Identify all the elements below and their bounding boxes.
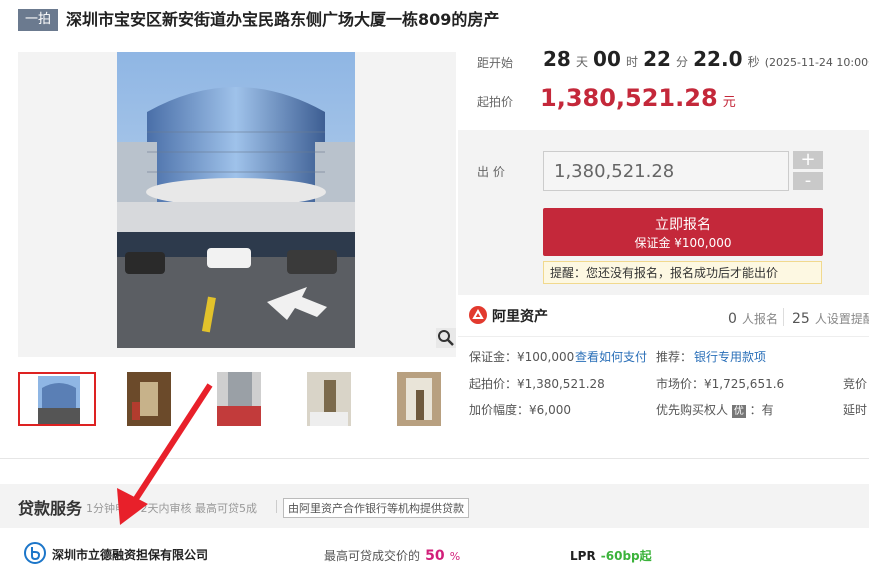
priority-buyer-label: 优先购买权人 bbox=[656, 403, 729, 417]
countdown-timer: 28 天 00 时 22 分 22.0 秒 (2025-11-24 10:00开… bbox=[543, 47, 869, 71]
register-now-button[interactable]: 立即报名 保证金 ¥100,000 bbox=[543, 208, 823, 256]
reminder-count-value: 25 bbox=[792, 311, 810, 327]
magnifier-icon bbox=[438, 330, 454, 346]
main-image-frame bbox=[18, 52, 456, 357]
increase-bid-button[interactable]: + bbox=[793, 151, 823, 169]
start-price-label: 起拍价 bbox=[477, 95, 514, 109]
start-price-detail: 起拍价：¥1,380,521.28 bbox=[469, 377, 605, 391]
auction-round-tag: 一拍 bbox=[18, 9, 58, 31]
thumbnail-4[interactable] bbox=[290, 372, 368, 426]
auction-start-time: (2025-11-24 10:00开拍) bbox=[764, 56, 869, 69]
annotation-arrow-icon bbox=[117, 383, 213, 525]
loan-provider-note: 由阿里资产合作银行等机构提供贷款 bbox=[283, 498, 469, 518]
start-price-unit: 元 bbox=[722, 95, 736, 110]
thumbnail-1[interactable] bbox=[18, 372, 96, 426]
reminder-count-label: 人设置提醒 bbox=[814, 312, 869, 326]
registered-count-label: 人报名 bbox=[742, 312, 779, 326]
increment-detail: 加价幅度：¥6,000 bbox=[469, 403, 571, 417]
registered-count-value: 0 bbox=[728, 311, 737, 327]
recommend-label: 推荐： bbox=[656, 350, 693, 364]
lpr-value: -60bp起 bbox=[600, 549, 652, 563]
countdown-minutes: 22 bbox=[643, 47, 671, 71]
bank-payment-link[interactable]: 银行专用款项 bbox=[694, 348, 766, 365]
max-loan-ratio-value: 50 bbox=[425, 548, 445, 564]
countdown-hours: 00 bbox=[593, 47, 621, 71]
bid-label: 出 价 bbox=[477, 165, 505, 179]
reminder-count: 25 人设置提醒 bbox=[792, 308, 869, 327]
auction-cycle-detail: 竞价 bbox=[843, 377, 868, 391]
priority-buyer-value: ：有 bbox=[749, 403, 774, 417]
stat-divider bbox=[783, 308, 784, 326]
countdown-minutes-unit: 分 bbox=[676, 55, 689, 69]
max-loan-ratio-unit: % bbox=[449, 550, 461, 563]
platform-divider bbox=[458, 336, 869, 337]
bid-amount-input[interactable]: 1,380,521.28 bbox=[543, 151, 789, 191]
start-price-value: 1,380,521.28 bbox=[540, 84, 718, 112]
countdown-hours-unit: 时 bbox=[625, 55, 638, 69]
loan-service-title: 贷款服务 bbox=[18, 499, 83, 518]
countdown-days-unit: 天 bbox=[575, 55, 588, 69]
countdown-seconds-unit: 秒 bbox=[747, 55, 760, 69]
max-loan-ratio: 最高可贷成交价的 50 % bbox=[324, 545, 460, 564]
loan-desc-divider bbox=[276, 500, 277, 513]
countdown-days: 28 bbox=[543, 47, 571, 71]
deposit-info: 保证金：¥100,000 bbox=[469, 350, 575, 364]
countdown-seconds: 22.0 bbox=[693, 47, 743, 71]
loan-company-name[interactable]: 深圳市立德融资担保有限公司 bbox=[52, 546, 208, 563]
page-title: 深圳市宝安区新安街道办宝民路东侧广场大厦一栋809的房产 bbox=[66, 10, 500, 29]
ali-assets-logo-icon bbox=[469, 306, 487, 324]
priority-badge-icon: 优 bbox=[731, 405, 746, 418]
decrease-bid-button[interactable]: - bbox=[793, 172, 823, 190]
how-to-pay-link[interactable]: 查看如何支付 bbox=[575, 348, 647, 365]
platform-name: 阿里资产 bbox=[492, 309, 548, 325]
lide-finance-logo-icon bbox=[24, 542, 46, 564]
main-building-photo[interactable] bbox=[117, 52, 355, 348]
market-price-detail: 市场价：¥1,725,651.6 bbox=[656, 377, 785, 391]
countdown-label: 距开始 bbox=[477, 56, 514, 70]
priority-buyer-detail: 优先购买权人 优 ：有 bbox=[656, 401, 774, 418]
register-deposit-line: 保证金 ¥100,000 bbox=[634, 236, 732, 250]
registered-count: 0 人报名 bbox=[728, 308, 778, 327]
max-loan-ratio-label: 最高可贷成交价的 bbox=[324, 549, 421, 563]
lpr-info: LPR -60bp起 bbox=[570, 545, 652, 564]
thumbnail-5[interactable] bbox=[380, 372, 458, 426]
register-reminder: 提醒：您还没有报名，报名成功后才能出价 bbox=[543, 261, 822, 284]
delay-detail: 延时 bbox=[843, 403, 868, 417]
start-price: 1,380,521.28 元 bbox=[540, 84, 736, 112]
register-button-label: 立即报名 bbox=[655, 217, 711, 233]
zoom-button[interactable] bbox=[436, 328, 456, 348]
lpr-label: LPR bbox=[570, 549, 596, 563]
